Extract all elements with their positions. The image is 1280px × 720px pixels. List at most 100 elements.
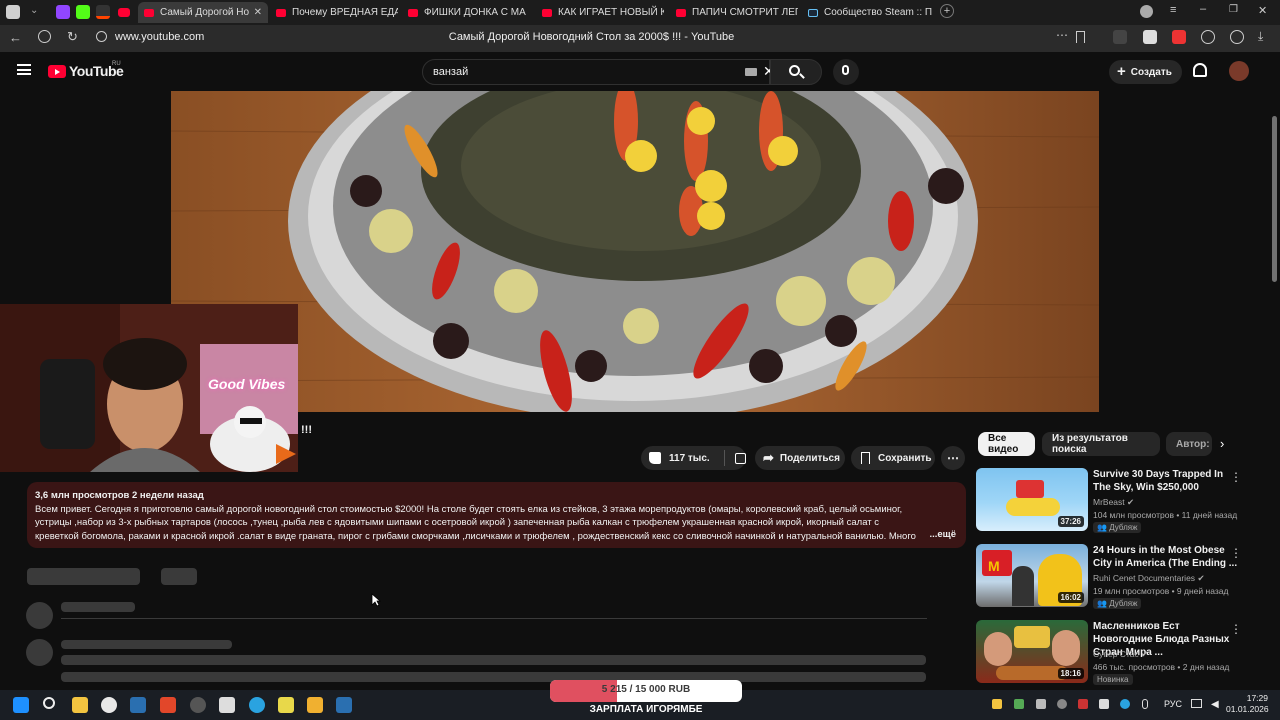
channel-name: MrBeast xyxy=(1093,497,1125,507)
network-icon[interactable] xyxy=(1191,699,1202,708)
like-count[interactable]: 117 тыс. xyxy=(669,453,710,464)
keyboard-icon[interactable] xyxy=(745,68,757,76)
neon-sign-text: Good Vibes xyxy=(208,376,286,392)
recommendation-item[interactable]: 18:16 Масленников Ест Новогодние Блюда Р… xyxy=(976,620,1256,686)
tab-2[interactable]: Почему ВРЕДНАЯ ЕДА т xyxy=(276,2,398,23)
video-thumbnail[interactable]: 37:26 xyxy=(976,468,1088,531)
yandex-browser-icon[interactable] xyxy=(101,697,117,713)
more-actions-button[interactable]: ⋯ xyxy=(941,446,965,470)
youtube-pin-icon[interactable] xyxy=(118,8,130,17)
profile-icon[interactable] xyxy=(1140,5,1153,18)
browser-address-bar: ← ↻ www.youtube.com Самый Дорогой Нового… xyxy=(0,25,1280,52)
recommendation-item[interactable]: 37:26 Survive 30 Days Trapped In The Sky… xyxy=(976,468,1256,534)
scrollbar-thumb[interactable] xyxy=(1272,116,1277,282)
download-icon[interactable]: ⤓ xyxy=(1258,29,1263,44)
recommendation-item[interactable]: M 16:02 24 Hours in the Most Obese City … xyxy=(976,544,1256,610)
search-input[interactable]: ванзай ✕ xyxy=(422,59,775,85)
video-thumbnail[interactable]: 18:16 xyxy=(976,620,1088,683)
channel-line[interactable]: MrBeast ✔ xyxy=(1093,497,1134,508)
extension-icon[interactable] xyxy=(1113,30,1127,44)
vpn-extension-icon[interactable] xyxy=(1201,30,1215,44)
minimize-icon[interactable]: – xyxy=(1200,3,1206,15)
tray-telegram-icon[interactable] xyxy=(1120,699,1130,709)
search-icon[interactable] xyxy=(43,697,55,709)
steam-icon[interactable] xyxy=(130,697,146,713)
video-title[interactable]: 24 Hours in the Most Obese City in Ameri… xyxy=(1093,544,1238,570)
twitch-extension-icon[interactable] xyxy=(1143,30,1157,44)
browser-tab-strip: ⌄ Самый Дорогой Но ✕ Почему ВРЕДНАЯ ЕДА … xyxy=(0,0,1280,25)
tab-5[interactable]: ПАПИЧ СМОТРИТ ЛЕГЕН xyxy=(676,2,798,23)
new-tab-icon[interactable]: + xyxy=(940,4,954,18)
youtube-favicon-icon xyxy=(408,8,418,17)
channel-line[interactable]: Супер Стас ✔ xyxy=(1093,649,1148,660)
search-button[interactable] xyxy=(770,59,822,85)
notifications-bell-icon[interactable] xyxy=(1193,63,1207,77)
language-indicator[interactable]: РУС xyxy=(1164,699,1182,709)
brave-icon[interactable] xyxy=(160,697,176,713)
file-explorer-icon[interactable] xyxy=(72,697,88,713)
notepad-icon[interactable] xyxy=(219,697,235,713)
more-options-icon[interactable]: ⋮ xyxy=(1230,622,1242,636)
dub-badge: 👥 Дубляж xyxy=(1093,522,1142,533)
obs-icon[interactable] xyxy=(190,697,206,713)
channel-line[interactable]: Ruhi Cenet Documentaries ✔ xyxy=(1093,573,1205,584)
video-player[interactable] xyxy=(171,91,1099,412)
chip-author[interactable]: Автор: xyxy=(1166,432,1212,456)
volume-icon[interactable]: ◀ xyxy=(1211,699,1219,710)
close-tab-icon[interactable]: ✕ xyxy=(254,7,262,18)
tab-3[interactable]: ФИШКИ ДОНКА С МА ● xyxy=(408,2,532,23)
more-options-icon[interactable]: ⋮ xyxy=(1230,470,1242,484)
more-icon[interactable]: ⋯ xyxy=(1056,28,1068,42)
youtube-favicon-icon xyxy=(542,8,552,17)
tray-app-icon[interactable] xyxy=(1078,699,1088,709)
clock[interactable]: 17:29 01.01.2026 xyxy=(1226,693,1269,715)
video-title[interactable]: Survive 30 Days Trapped In The Sky, Win … xyxy=(1093,468,1238,494)
chip-from-search[interactable]: Из результатов поиска xyxy=(1042,432,1160,456)
dislike-icon[interactable] xyxy=(734,452,746,464)
restore-icon[interactable]: ❐ xyxy=(1229,4,1238,15)
loading-placeholder xyxy=(61,602,135,612)
share-button[interactable]: ➦ Поделиться xyxy=(755,446,845,470)
twitch-pin-icon[interactable] xyxy=(56,5,70,19)
bookmark-icon[interactable] xyxy=(1076,31,1085,43)
show-more-link[interactable]: ...ещё xyxy=(927,527,956,541)
pinned-tab-icon[interactable] xyxy=(96,5,110,19)
tab-4[interactable]: КАК ИГРАЕТ НОВЫЙ КАС xyxy=(542,2,664,23)
create-button[interactable]: + Создать xyxy=(1109,60,1182,84)
app-icon[interactable] xyxy=(278,697,294,713)
kick-pin-icon[interactable] xyxy=(76,5,90,19)
app-icon[interactable] xyxy=(307,697,323,713)
telegram-icon[interactable] xyxy=(249,697,265,713)
youtube-logo-icon[interactable] xyxy=(48,65,66,78)
video-description[interactable]: 3,6 млн просмотров 2 недели назад Всем п… xyxy=(27,482,966,548)
video-thumbnail[interactable]: M 16:02 xyxy=(976,544,1088,607)
media-extension-icon[interactable] xyxy=(1230,30,1244,44)
webcam-overlay: Good Vibes xyxy=(0,304,298,472)
save-button[interactable]: Сохранить xyxy=(851,446,935,470)
tray-app-icon[interactable] xyxy=(1036,699,1046,709)
steam-icon[interactable] xyxy=(336,697,352,713)
region-label: RU xyxy=(112,61,121,67)
like-icon[interactable] xyxy=(649,452,661,464)
windows-start-icon[interactable] xyxy=(13,697,29,713)
tray-app-icon[interactable] xyxy=(1057,699,1067,709)
tray-app-icon[interactable] xyxy=(1014,699,1024,709)
chip-label: Из результатов поиска xyxy=(1052,433,1128,455)
tray-microphone-icon[interactable] xyxy=(1142,699,1148,709)
chip-all-videos[interactable]: Все видео xyxy=(978,432,1035,456)
tab-6[interactable]: Сообщество Steam :: Пре xyxy=(808,2,932,23)
hamburger-menu-icon[interactable] xyxy=(17,64,31,75)
adblock-extension-icon[interactable] xyxy=(1172,30,1186,44)
chip-label: Все видео xyxy=(988,433,1019,455)
avatar[interactable] xyxy=(1229,61,1249,81)
voice-search-button[interactable] xyxy=(833,59,859,85)
chevron-right-icon[interactable]: › xyxy=(1220,436,1224,451)
close-window-icon[interactable]: ✕ xyxy=(1258,4,1267,17)
audio-tab-icon[interactable] xyxy=(6,5,20,19)
tab-list-chevron-icon[interactable]: ⌄ xyxy=(30,5,38,16)
tray-app-icon[interactable] xyxy=(1099,699,1109,709)
tray-app-icon[interactable] xyxy=(992,699,1002,709)
tab-active[interactable]: Самый Дорогой Но ✕ xyxy=(138,2,268,23)
menu-icon[interactable]: ≡ xyxy=(1170,4,1176,16)
more-options-icon[interactable]: ⋮ xyxy=(1230,546,1242,560)
